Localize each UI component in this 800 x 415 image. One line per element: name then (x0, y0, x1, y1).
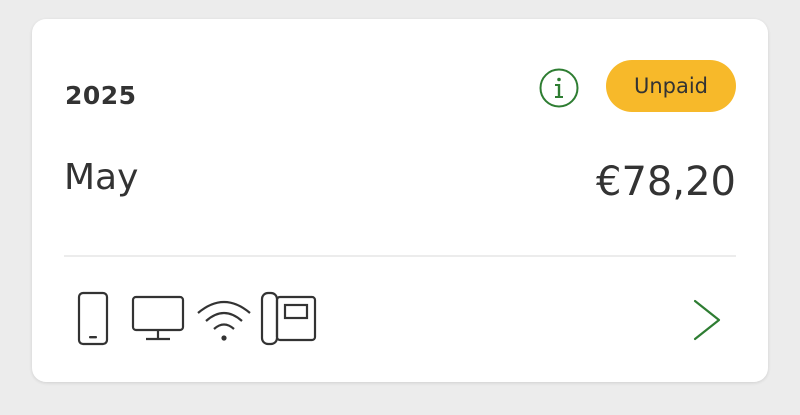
chevron-right-icon[interactable] (690, 298, 724, 342)
info-icon[interactable] (538, 67, 580, 109)
mobile-phone-icon (77, 291, 109, 346)
divider (64, 255, 736, 257)
bill-card[interactable]: 2025 Unpaid May €78,20 (32, 19, 768, 382)
bill-month: May (64, 157, 139, 198)
bill-year: 2025 (65, 81, 137, 110)
wifi-icon (197, 300, 251, 341)
status-badge: Unpaid (606, 60, 736, 112)
tv-icon (131, 295, 185, 341)
bill-amount: €78,20 (596, 159, 736, 205)
landline-phone-icon (260, 291, 317, 346)
